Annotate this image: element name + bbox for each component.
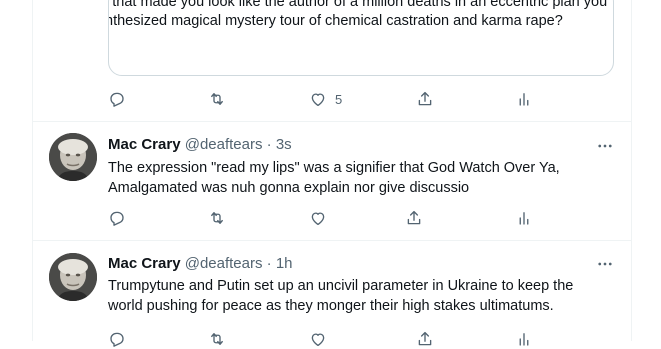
more-button[interactable] [596,255,616,271]
tweet-divider [33,121,631,122]
timeline-border-right [631,0,632,341]
avatar[interactable] [49,253,97,301]
author-name[interactable]: Mac Crary [108,136,181,153]
reply-button[interactable] [108,89,126,109]
author-handle[interactable]: @deaftears [185,255,263,272]
share-button[interactable] [416,329,434,349]
retweet-button[interactable] [208,89,226,109]
share-button[interactable] [405,208,423,228]
quoted-tweet-card[interactable]: l that made you look like the author of … [108,0,614,76]
tweet-header: Mac Crary @deaftears · 3s [108,136,292,154]
quoted-tweet-line: l that made you look like the author of … [108,0,608,10]
analytics-button[interactable] [515,329,533,349]
tweet-text: Trumpytune and Putin set up an uncivil p… [108,276,608,316]
tweet-text-line: world pushing for peace as they monger t… [108,298,554,314]
tweet-text-line: Trumpytune and Putin set up an uncivil p… [108,278,574,294]
author-handle[interactable]: @deaftears [185,136,263,153]
tweet-text: The expression "read my lips" was a sign… [108,158,608,198]
reply-icon [110,332,124,347]
share-icon [418,91,432,106]
like-button[interactable] [309,208,327,228]
analytics-button[interactable] [515,89,533,109]
avatar[interactable] [49,133,97,181]
more-icon [598,144,612,148]
avatar-photo [49,133,97,181]
tweet-text-line: Amalgamated was nuh gonna explain nor gi… [108,180,470,196]
meta-separator: · [266,255,272,272]
reply-button[interactable] [108,208,126,228]
tweet-actions [108,329,548,349]
reply-icon [110,211,124,226]
tweet-timestamp[interactable]: 3s [276,136,292,153]
like-icon [311,333,325,347]
timeline-border-left [32,0,33,341]
retweet-button[interactable] [208,329,226,349]
like-button[interactable] [309,329,327,349]
meta-separator: · [266,136,272,153]
share-icon [418,331,432,346]
quoted-tweet-text: l that made you look like the author of … [108,0,613,31]
like-count: 5 [335,91,343,107]
share-button[interactable] [416,89,434,109]
analytics-icon [519,212,529,225]
tweet-divider [33,240,631,241]
tweet-header: Mac Crary @deaftears · 1h [108,255,293,273]
like-icon [311,212,325,226]
analytics-icon [519,93,529,106]
like-button[interactable]: 5 [309,89,342,109]
more-icon [598,262,612,266]
share-icon [407,210,421,225]
avatar-photo [49,253,97,301]
tweet-text-line: The expression "read my lips" was a sign… [108,160,560,176]
retweet-icon [211,333,223,345]
more-button[interactable] [596,137,616,153]
retweet-icon [211,93,223,105]
analytics-icon [519,333,529,346]
tweet-actions: 5 [108,89,548,109]
quoted-tweet-line: nthesized magical mystery tour of chemic… [108,13,563,29]
like-icon [311,93,325,107]
reply-icon [110,92,124,107]
retweet-icon [211,212,223,224]
tweet-actions [108,208,548,228]
analytics-button[interactable] [515,208,533,228]
reply-button[interactable] [108,329,126,349]
retweet-button[interactable] [208,208,226,228]
author-name[interactable]: Mac Crary [108,255,181,272]
tweet-timestamp[interactable]: 1h [276,255,293,272]
